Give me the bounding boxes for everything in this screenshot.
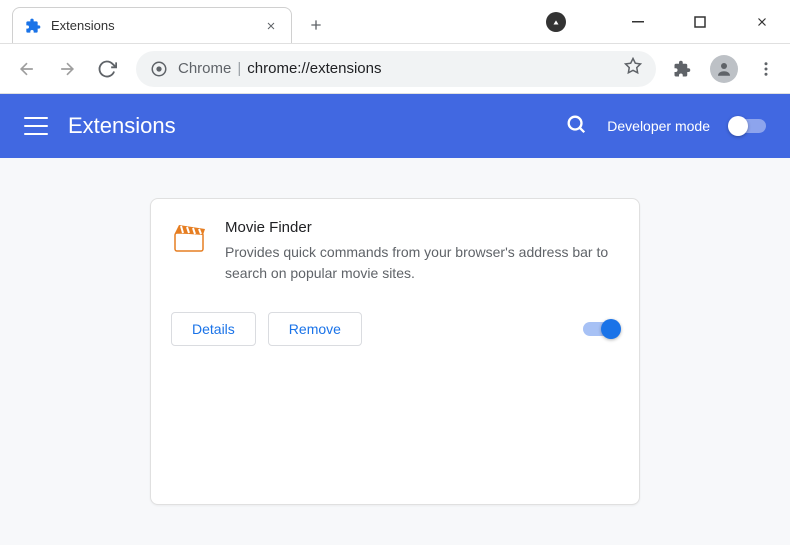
puzzle-icon [25, 18, 41, 34]
browser-toolbar: Chrome|chrome://extensions [0, 44, 790, 94]
main-content: pcrisk.com Movie Finder Provides quick c… [0, 158, 790, 545]
tab-strip: Extensions [0, 0, 546, 43]
maximize-button[interactable] [680, 7, 720, 37]
close-window-button[interactable] [742, 7, 782, 37]
back-button[interactable] [10, 52, 44, 86]
reload-button[interactable] [90, 52, 124, 86]
star-icon[interactable] [624, 57, 642, 80]
hamburger-menu-icon[interactable] [24, 114, 48, 138]
window-controls [546, 0, 790, 43]
address-bar[interactable]: Chrome|chrome://extensions [136, 51, 656, 87]
toolbar-right [668, 55, 780, 83]
remove-button[interactable]: Remove [268, 312, 362, 346]
extension-name: Movie Finder [225, 219, 619, 236]
extension-description: Provides quick commands from your browse… [225, 242, 619, 284]
menu-icon[interactable] [752, 55, 780, 83]
forward-button[interactable] [50, 52, 84, 86]
tab-title: Extensions [51, 18, 253, 33]
page-title: Extensions [68, 113, 176, 139]
minimize-button[interactable] [618, 7, 658, 37]
extension-enable-toggle[interactable] [583, 322, 619, 336]
details-button[interactable]: Details [171, 312, 256, 346]
developer-mode-toggle[interactable] [730, 119, 766, 133]
extensions-icon[interactable] [668, 55, 696, 83]
window-titlebar: Extensions [0, 0, 790, 44]
extension-card: Movie Finder Provides quick commands fro… [150, 198, 640, 505]
chrome-icon [150, 60, 168, 78]
developer-mode-label: Developer mode [607, 118, 710, 134]
profile-avatar[interactable] [710, 55, 738, 83]
close-icon[interactable] [263, 18, 279, 34]
url-text: Chrome|chrome://extensions [178, 60, 382, 77]
new-tab-button[interactable] [302, 11, 330, 39]
search-icon[interactable] [565, 113, 587, 140]
extensions-header: Extensions Developer mode [0, 94, 790, 158]
clapperboard-icon [171, 219, 207, 255]
incognito-badge-icon [546, 12, 566, 32]
browser-tab[interactable]: Extensions [12, 7, 292, 43]
